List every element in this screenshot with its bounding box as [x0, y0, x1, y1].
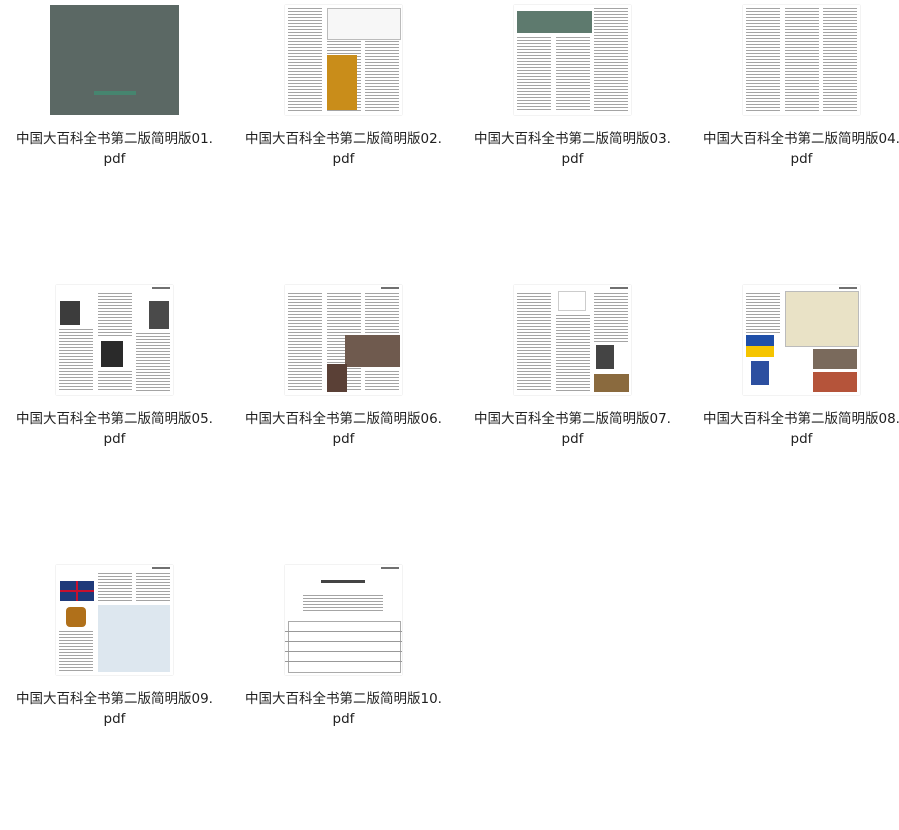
file-thumbnail[interactable] [458, 0, 687, 120]
file-thumbnail[interactable] [687, 0, 899, 120]
file-item[interactable]: 中国大百科全书第二版简明版04. pdf [687, 0, 899, 270]
file-name[interactable]: 中国大百科全书第二版简明版09. pdf [0, 689, 229, 729]
file-name[interactable]: 中国大百科全书第二版简明版03. pdf [458, 129, 687, 169]
file-item[interactable]: 中国大百科全书第二版简明版07. pdf [458, 280, 687, 550]
file-item[interactable]: 中国大百科全书第二版简明版06. pdf [229, 280, 458, 550]
file-thumbnail[interactable] [0, 560, 229, 680]
file-item[interactable]: 中国大百科全书第二版简明版05. pdf [0, 280, 229, 550]
file-name[interactable]: 中国大百科全书第二版简明版05. pdf [0, 409, 229, 449]
pdf-page-thumbnail [743, 285, 860, 395]
file-name[interactable]: 中国大百科全书第二版简明版10. pdf [229, 689, 458, 729]
pdf-page-thumbnail [56, 565, 173, 675]
pdf-page-thumbnail [285, 285, 402, 395]
pdf-page-thumbnail [514, 285, 631, 395]
file-name[interactable]: 中国大百科全书第二版简明版07. pdf [458, 409, 687, 449]
pdf-page-thumbnail [285, 565, 402, 675]
pdf-page-thumbnail [285, 5, 402, 115]
file-item[interactable]: 中国大百科全书第二版简明版08. pdf [687, 280, 899, 550]
pdf-page-thumbnail [514, 5, 631, 115]
file-name[interactable]: 中国大百科全书第二版简明版04. pdf [687, 129, 899, 169]
pdf-page-thumbnail [56, 285, 173, 395]
file-item[interactable]: 中国大百科全书第二版简明版09. pdf [0, 560, 229, 830]
file-thumbnail[interactable] [229, 560, 458, 680]
file-thumbnail[interactable] [229, 0, 458, 120]
file-thumbnail[interactable] [0, 0, 229, 120]
file-name[interactable]: 中国大百科全书第二版简明版06. pdf [229, 409, 458, 449]
file-thumbnail[interactable] [0, 280, 229, 400]
file-item[interactable]: 中国大百科全书第二版简明版10. pdf [229, 560, 458, 830]
file-item[interactable]: 中国大百科全书第二版简明版02. pdf [229, 0, 458, 270]
file-item[interactable]: 中国大百科全书第二版简明版01. pdf [0, 0, 229, 270]
file-thumbnail[interactable] [458, 280, 687, 400]
file-item[interactable]: 中国大百科全书第二版简明版03. pdf [458, 0, 687, 270]
file-thumbnail[interactable] [229, 280, 458, 400]
file-name[interactable]: 中国大百科全书第二版简明版08. pdf [687, 409, 899, 449]
pdf-page-thumbnail [743, 5, 860, 115]
file-thumbnail[interactable] [687, 280, 899, 400]
file-name[interactable]: 中国大百科全书第二版简明版01. pdf [0, 129, 229, 169]
file-name[interactable]: 中国大百科全书第二版简明版02. pdf [229, 129, 458, 169]
pdf-cover-thumbnail [50, 5, 179, 115]
